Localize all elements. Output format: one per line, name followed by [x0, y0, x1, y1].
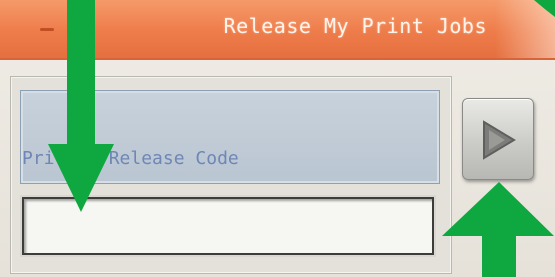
- play-triangle-icon: [483, 120, 516, 160]
- green-arrow-corner-icon: [534, 0, 555, 17]
- next-button[interactable]: [462, 98, 534, 180]
- green-arrow-up-icon: [442, 182, 554, 277]
- print-release-screen: Release My Print Jobs Privacy Release Co…: [0, 0, 555, 277]
- page-title: Release My Print Jobs: [223, 14, 487, 38]
- green-arrow-down-icon: [48, 0, 114, 212]
